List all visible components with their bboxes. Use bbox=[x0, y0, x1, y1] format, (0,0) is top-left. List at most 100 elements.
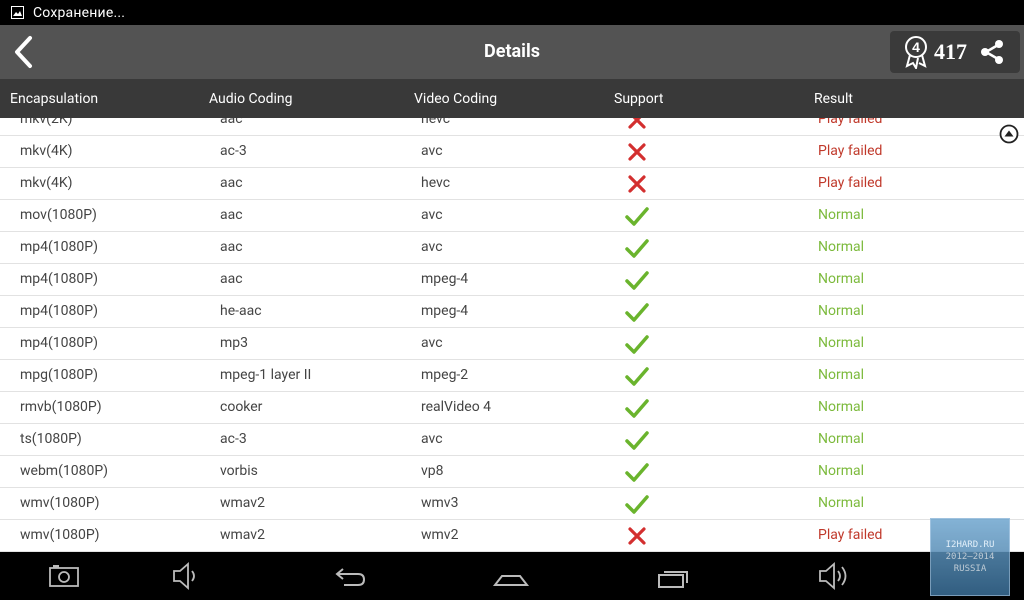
column-result: Result bbox=[814, 91, 853, 107]
cell-result: Play failed bbox=[818, 118, 883, 127]
cell-result: Normal bbox=[818, 463, 865, 479]
table-row[interactable]: mp4(1080P) aac mpeg-4 Normal bbox=[0, 264, 1024, 296]
cell-encapsulation: ts(1080P) bbox=[20, 431, 82, 447]
cell-video-coding: wmv2 bbox=[421, 527, 459, 543]
recent-apps-icon[interactable] bbox=[656, 560, 692, 592]
cell-result: Normal bbox=[818, 207, 865, 223]
cell-result: Normal bbox=[818, 367, 865, 383]
score-value: 417 bbox=[934, 39, 967, 64]
table-row[interactable]: mov(1080P) aac avc Normal bbox=[0, 200, 1024, 232]
column-support: Support bbox=[614, 91, 664, 107]
back-icon[interactable] bbox=[330, 560, 368, 592]
table-row[interactable]: mkv(4K) aac hevc Play failed bbox=[0, 168, 1024, 200]
screenshot-icon[interactable] bbox=[48, 560, 80, 592]
checkmark-icon bbox=[625, 367, 649, 386]
cross-icon bbox=[628, 175, 646, 193]
checkmark-icon bbox=[625, 431, 649, 450]
table-row[interactable]: wmv(1080P) wmav2 wmv2 Play failed bbox=[0, 520, 1024, 552]
cell-encapsulation: mkv(4K) bbox=[20, 143, 73, 159]
results-table[interactable]: mkv(2K) aac hevc Play failed mkv(4K) ac-3 avc P… bbox=[0, 118, 1024, 552]
status-bar: Сохранение... bbox=[0, 0, 1024, 25]
cell-video-coding: vp8 bbox=[421, 463, 444, 479]
cell-encapsulation: mp4(1080P) bbox=[20, 271, 98, 287]
cell-video-coding: avc bbox=[421, 143, 443, 159]
cell-result: Normal bbox=[818, 431, 865, 447]
watermark-line-3: RUSSIA bbox=[953, 564, 987, 574]
watermark-line-2: 2012–2014 bbox=[945, 552, 995, 562]
watermark-logo: I2HARD.RU 2012–2014 RUSSIA bbox=[930, 518, 1010, 596]
page-title: Details bbox=[484, 41, 540, 62]
scroll-to-top-icon[interactable] bbox=[999, 124, 1019, 144]
cell-audio-coding: ac-3 bbox=[220, 143, 247, 159]
cell-video-coding: wmv3 bbox=[421, 495, 459, 511]
cell-audio-coding: he-aac bbox=[220, 303, 262, 319]
checkmark-icon bbox=[625, 399, 649, 418]
table-row[interactable]: mp4(1080P) he-aac mpeg-4 Normal bbox=[0, 296, 1024, 328]
cell-video-coding: avc bbox=[421, 431, 443, 447]
cell-result: Normal bbox=[818, 399, 865, 415]
cross-icon bbox=[628, 143, 646, 161]
checkmark-icon bbox=[625, 271, 649, 290]
cell-encapsulation: mkv(2K) bbox=[20, 118, 73, 127]
cell-video-coding: mpeg-4 bbox=[421, 303, 469, 319]
back-arrow-icon[interactable] bbox=[8, 32, 38, 72]
cell-audio-coding: vorbis bbox=[220, 463, 258, 479]
table-row[interactable]: mp4(1080P) mp3 avc Normal bbox=[0, 328, 1024, 360]
cell-audio-coding: mp3 bbox=[220, 335, 249, 351]
cell-encapsulation: mpg(1080P) bbox=[20, 367, 98, 383]
action-bar: Details 4 417 bbox=[0, 25, 1024, 79]
column-encapsulation: Encapsulation bbox=[10, 91, 99, 107]
cell-result: Normal bbox=[818, 335, 865, 351]
watermark-line-1: I2HARD.RU bbox=[945, 540, 995, 550]
cell-audio-coding: cooker bbox=[220, 399, 263, 415]
table-row[interactable]: mpg(1080P) mpeg-1 layer II mpeg-2 Normal bbox=[0, 360, 1024, 392]
cell-audio-coding: mpeg-1 layer II bbox=[220, 367, 312, 383]
home-icon[interactable] bbox=[492, 560, 530, 592]
checkmark-icon bbox=[625, 239, 649, 258]
status-text: Сохранение... bbox=[33, 4, 126, 21]
cell-audio-coding: aac bbox=[220, 118, 243, 127]
cell-audio-coding: aac bbox=[220, 239, 243, 255]
table-row[interactable]: webm(1080P) vorbis vp8 Normal bbox=[0, 456, 1024, 488]
cell-audio-coding: wmav2 bbox=[220, 495, 265, 511]
column-audio-coding: Audio Coding bbox=[209, 91, 293, 107]
checkmark-icon bbox=[625, 207, 649, 226]
cell-encapsulation: mkv(4K) bbox=[20, 175, 73, 191]
table-row[interactable]: ts(1080P) ac-3 avc Normal bbox=[0, 424, 1024, 456]
table-row[interactable]: mkv(4K) ac-3 avc Play failed bbox=[0, 136, 1024, 168]
cell-audio-coding: wmav2 bbox=[220, 527, 265, 543]
cell-video-coding: mpeg-4 bbox=[421, 271, 469, 287]
navigation-bar bbox=[0, 552, 1024, 600]
checkmark-icon bbox=[625, 303, 649, 322]
cell-encapsulation: webm(1080P) bbox=[20, 463, 109, 479]
table-row[interactable]: mkv(2K) aac hevc Play failed bbox=[0, 118, 1024, 136]
cell-video-coding: avc bbox=[421, 207, 443, 223]
cell-encapsulation: rmvb(1080P) bbox=[20, 399, 102, 415]
cell-audio-coding: aac bbox=[220, 207, 243, 223]
cell-video-coding: hevc bbox=[421, 175, 451, 191]
cell-encapsulation: wmv(1080P) bbox=[20, 527, 100, 543]
cell-result: Normal bbox=[818, 495, 865, 511]
score-box: 4 417 bbox=[890, 31, 1020, 73]
cross-icon bbox=[628, 118, 646, 129]
cell-result: Normal bbox=[818, 303, 865, 319]
cross-icon bbox=[628, 527, 646, 545]
table-row[interactable]: rmvb(1080P) cooker realVideo 4 Normal bbox=[0, 392, 1024, 424]
column-header: Encapsulation Audio Coding Video Coding … bbox=[0, 79, 1024, 118]
volume-up-icon[interactable] bbox=[818, 560, 852, 592]
share-icon[interactable] bbox=[978, 38, 1006, 66]
checkmark-icon bbox=[625, 463, 649, 482]
table-row[interactable]: mp4(1080P) aac avc Normal bbox=[0, 232, 1024, 264]
cell-result: Normal bbox=[818, 239, 865, 255]
cell-result: Play failed bbox=[818, 527, 883, 543]
cell-result: Normal bbox=[818, 271, 865, 287]
cell-encapsulation: mp4(1080P) bbox=[20, 239, 98, 255]
cell-video-coding: avc bbox=[421, 335, 443, 351]
cell-result: Play failed bbox=[818, 175, 883, 191]
cell-audio-coding: aac bbox=[220, 271, 243, 287]
cell-encapsulation: mp4(1080P) bbox=[20, 303, 98, 319]
table-row[interactable]: wmv(1080P) wmav2 wmv3 Normal bbox=[0, 488, 1024, 520]
volume-down-icon[interactable] bbox=[170, 560, 204, 592]
cell-audio-coding: ac-3 bbox=[220, 431, 247, 447]
image-icon bbox=[11, 6, 24, 19]
